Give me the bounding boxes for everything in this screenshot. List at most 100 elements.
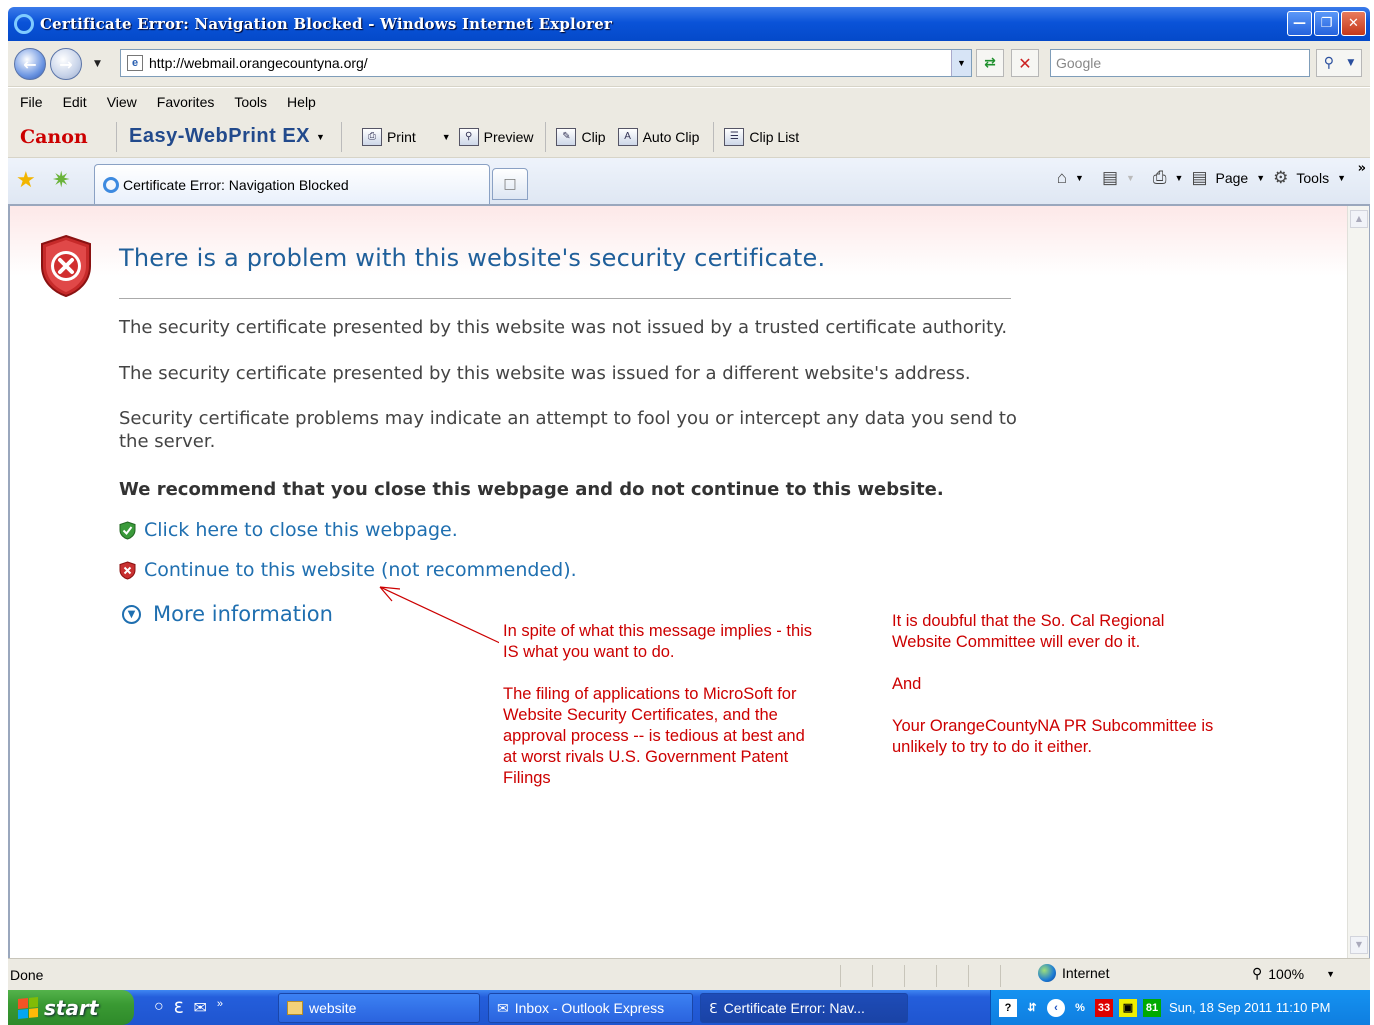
print-button[interactable]: ⎙ Print (361, 127, 416, 146)
clip-list-button[interactable]: ☰ Clip List (724, 127, 799, 146)
address-input[interactable]: e http://webmail.orangecountyna.org/ ▼ (120, 49, 972, 77)
search-input[interactable]: Google (1050, 49, 1310, 77)
stop-icon: ✕ (1018, 53, 1032, 73)
page-title: There is a problem with this website's s… (119, 244, 826, 272)
continue-website-link[interactable]: Continue to this website (not recommende… (119, 559, 577, 581)
refresh-button[interactable]: ⇄ (976, 49, 1004, 77)
address-toolbar: ← → ▼ e http://webmail.orangecountyna.or… (8, 41, 1370, 87)
window-title: Certificate Error: Navigation Blocked - … (40, 15, 613, 33)
tools-gear-icon: ⚙ (1273, 168, 1289, 187)
print-dropdown[interactable]: ▼ (442, 132, 451, 142)
task-outlook[interactable]: ✉ Inbox - Outlook Express (488, 993, 693, 1023)
close-window-button[interactable]: ✕ (1341, 11, 1366, 36)
ie7-quicklaunch-icon[interactable]: ℇ (174, 998, 184, 1018)
para-warning: Security certificate problems may indica… (119, 408, 1017, 452)
ie-quicklaunch-icon[interactable]: ○ (154, 998, 164, 1018)
add-favorites-icon[interactable]: ✷ (52, 168, 70, 193)
help-tray-icon[interactable]: ? (999, 998, 1017, 1017)
divider (119, 298, 1011, 299)
red-shield-icon (119, 560, 136, 580)
tray-expand-icon[interactable]: ‹ (1047, 998, 1065, 1017)
search-icon: ⚲ (1323, 55, 1334, 71)
stop-button[interactable]: ✕ (1011, 49, 1039, 77)
task-website[interactable]: website (278, 993, 480, 1023)
menu-tools[interactable]: Tools (234, 94, 267, 110)
window-titlebar: Certificate Error: Navigation Blocked - … (8, 7, 1370, 41)
home-dropdown[interactable]: ▼ (1075, 173, 1084, 183)
menu-edit[interactable]: Edit (63, 94, 87, 110)
tab-certificate-error[interactable]: Certificate Error: Navigation Blocked (94, 164, 490, 204)
menu-bar: File Edit View Favorites Tools Help (8, 88, 1370, 116)
zoom-level[interactable]: ⚲ 100% ▼ (1252, 965, 1335, 982)
canon-toolbar: Canon Easy-WebPrint EX ▼ ⎙ Print ▼ ⚲ Pre… (8, 116, 1370, 158)
para-untrusted: The security certificate presented by th… (119, 317, 1008, 338)
expand-circle-icon: ▼ (122, 604, 141, 624)
security-zone[interactable]: Internet (1038, 964, 1109, 982)
minimize-button[interactable]: — (1287, 11, 1312, 36)
preview-icon: ⚲ (458, 127, 479, 146)
preview-button[interactable]: ⚲ Preview (458, 127, 533, 146)
clip-button[interactable]: ✎ Clip (556, 127, 606, 146)
printer-icon: ⎙ (361, 127, 382, 146)
auto-clip-button[interactable]: A Auto Clip (617, 127, 699, 146)
quicklaunch-more-icon[interactable]: » (217, 998, 223, 1018)
status-text: Done (10, 966, 44, 983)
clip-icon: ✎ (556, 127, 577, 146)
page-icon: ▤ (1191, 168, 1208, 187)
outlook-quicklaunch-icon[interactable]: ✉ (194, 998, 207, 1018)
globe-icon (1038, 964, 1056, 982)
more-commands-chevron[interactable]: » (1358, 161, 1366, 176)
recommendation-text: We recommend that you close this webpage… (119, 479, 944, 500)
scroll-up-button[interactable]: ▲ (1350, 210, 1368, 228)
task-ie-certificate[interactable]: ℇ Certificate Error: Nav... (700, 993, 908, 1023)
rss-feed-icon[interactable]: ▤ (1102, 168, 1118, 188)
search-options-dropdown[interactable]: ▼ (1347, 58, 1354, 68)
page-content: There is a problem with this website's s… (8, 206, 1370, 958)
menu-view[interactable]: View (107, 94, 137, 110)
system-tray: ? ⇵ ‹ % 33 ▣ 81 Sun, 18 Sep 2011 11:10 P… (990, 990, 1370, 1025)
tray-badge-green[interactable]: 81 (1143, 998, 1161, 1017)
more-information-toggle[interactable]: ▼ More information (122, 602, 333, 626)
annotation-note-1: In spite of what this message implies - … (499, 619, 835, 795)
menu-favorites[interactable]: Favorites (157, 94, 215, 110)
forward-arrow-icon: → (59, 54, 73, 74)
zoom-icon: ⚲ (1252, 965, 1263, 981)
new-tab-button[interactable]: □ (492, 168, 528, 200)
zoom-dropdown[interactable]: ▼ (1326, 969, 1335, 979)
folder-icon (287, 1001, 303, 1015)
home-icon[interactable]: ⌂ (1057, 168, 1067, 188)
status-bar: Done Internet ⚲ 100% ▼ (8, 958, 1370, 990)
menu-file[interactable]: File (20, 94, 43, 110)
network-tray-icon[interactable]: ⇵ (1023, 999, 1041, 1017)
vertical-scrollbar[interactable]: ▲ ▼ (1347, 206, 1369, 958)
print-dropdown-cmd[interactable]: ▼ (1175, 173, 1184, 183)
error-shield-icon (41, 234, 91, 298)
address-url: http://webmail.orangecountyna.org/ (149, 55, 368, 71)
start-button[interactable]: start (8, 990, 134, 1025)
ie-logo-icon (14, 14, 34, 34)
page-menu[interactable]: Page (1216, 170, 1249, 186)
tab-row: ★ ✷ Certificate Error: Navigation Blocke… (8, 158, 1370, 206)
address-dropdown[interactable]: ▼ (951, 50, 971, 76)
app-tray-icon[interactable]: % (1071, 999, 1089, 1017)
printer-icon[interactable]: ⎙ (1153, 168, 1167, 188)
favorites-star-icon[interactable]: ★ (16, 168, 36, 193)
back-button[interactable]: ← (14, 48, 46, 80)
scroll-down-button[interactable]: ▼ (1350, 936, 1368, 954)
forward-button[interactable]: → (50, 48, 82, 80)
ie-tab-icon (103, 176, 119, 193)
tab-label: Certificate Error: Navigation Blocked (123, 176, 349, 193)
tray-badge-red[interactable]: 33 (1095, 998, 1113, 1017)
monitor-tray-icon[interactable]: ▣ (1119, 998, 1137, 1017)
search-button[interactable]: ⚲ ▼ (1316, 49, 1362, 77)
recent-pages-dropdown[interactable]: ▼ (94, 59, 101, 69)
menu-help[interactable]: Help (287, 94, 316, 110)
easy-webprint-menu[interactable]: Easy-WebPrint EX (129, 125, 310, 148)
auto-clip-icon: A (617, 127, 638, 146)
close-webpage-link[interactable]: Click here to close this webpage. (119, 519, 458, 541)
restore-button[interactable]: ❐ (1314, 11, 1339, 36)
clock[interactable]: Sun, 18 Sep 2011 11:10 PM (1169, 1000, 1330, 1015)
para-address-mismatch: The security certificate presented by th… (119, 363, 971, 384)
tools-menu[interactable]: Tools (1296, 170, 1329, 186)
refresh-icon: ⇄ (984, 55, 996, 71)
